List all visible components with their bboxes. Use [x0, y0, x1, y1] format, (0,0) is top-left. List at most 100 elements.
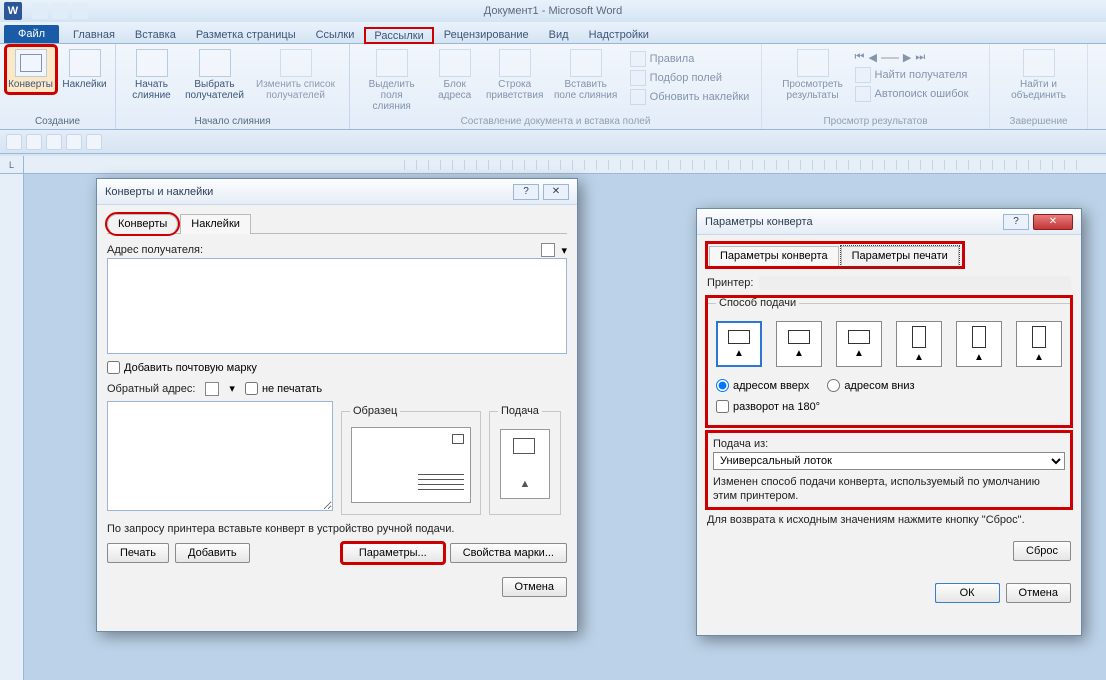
tab-insert[interactable]: Вставка — [125, 26, 186, 43]
match-icon — [630, 70, 646, 86]
addressbook-return-icon[interactable] — [205, 382, 219, 396]
envelopes-labels-dialog: Конверты и наклейки ? ✕ Конверты Наклейк… — [96, 178, 578, 632]
tab-addins[interactable]: Надстройки — [579, 26, 659, 43]
dialog2-help-button[interactable]: ? — [1003, 214, 1029, 230]
update-icon — [630, 89, 646, 105]
select-recipients-button[interactable]: Выбрать получателей — [181, 46, 249, 104]
dialog2-title: Параметры конверта — [705, 216, 813, 228]
open-icon[interactable] — [46, 134, 62, 150]
update-labels-button[interactable]: Обновить наклейки — [626, 88, 754, 106]
record-nav[interactable]: ⏮◀ ▶⏭ — [851, 50, 973, 65]
highlight-fields-icon — [376, 49, 408, 77]
address-down-radio[interactable]: адресом вниз — [827, 379, 914, 392]
tab-print-params[interactable]: Параметры печати — [841, 246, 959, 266]
tab-references[interactable]: Ссылки — [306, 26, 365, 43]
ribbon-tabs: Файл Главная Вставка Разметка страницы С… — [0, 22, 1106, 44]
feed-opt-2[interactable]: ▲ — [776, 321, 822, 367]
tab-labels[interactable]: Наклейки — [180, 214, 251, 234]
qat-save-icon[interactable] — [32, 3, 48, 19]
auto-icon — [855, 86, 871, 102]
secondary-toolbar — [0, 130, 1106, 154]
address-up-radio[interactable]: адресом вверх — [716, 379, 809, 392]
feed-fieldset: Подача — [489, 405, 561, 515]
reset-button[interactable]: Сброс — [1013, 541, 1071, 561]
dialog1-tabset: Конверты Наклейки — [107, 213, 567, 234]
quickprint-icon[interactable] — [66, 134, 82, 150]
qat-redo-icon[interactable] — [72, 3, 88, 19]
edit-recipients-button[interactable]: Изменить список получателей — [253, 46, 339, 104]
feed-method-fieldset: Способ подачи ▲ ▲ ▲ ▲ ▲ ▲ адресом вверх … — [707, 297, 1071, 426]
tab-page-layout[interactable]: Разметка страницы — [186, 26, 306, 43]
ribbon: Конверты Наклейки Создание Начать слияни… — [0, 44, 1106, 130]
add-stamp-checkbox[interactable]: Добавить почтовую марку — [107, 361, 567, 374]
first-icon: ⏮ — [855, 51, 865, 64]
last-icon: ⏭ — [915, 51, 925, 64]
auto-check-button[interactable]: Автопоиск ошибок — [851, 85, 973, 103]
dialog1-help-button[interactable]: ? — [513, 184, 539, 200]
dropdown-arrow-icon[interactable]: ▾ — [561, 244, 567, 257]
highlight-fields-button[interactable]: Выделить поля слияния — [358, 46, 426, 115]
feed-opt-3[interactable]: ▲ — [836, 321, 882, 367]
sample-fieldset: Образец — [341, 405, 481, 515]
no-print-checkbox[interactable]: не печатать — [245, 382, 322, 395]
tab-file[interactable]: Файл — [4, 25, 59, 43]
find-icon — [855, 67, 871, 83]
address-block-button[interactable]: Блок адреса — [430, 46, 480, 115]
vertical-ruler[interactable] — [0, 174, 24, 680]
dialog2-close-button[interactable]: ✕ — [1033, 214, 1073, 230]
parameters-button[interactable]: Параметры... — [342, 543, 444, 563]
preview-results-button[interactable]: Просмотреть результаты — [779, 46, 847, 104]
view-mode-icon[interactable] — [6, 134, 22, 150]
find-recipient-button[interactable]: Найти получателя — [851, 66, 973, 84]
dropdown-arrow2-icon[interactable]: ▾ — [229, 382, 235, 395]
feed-opt-4[interactable]: ▲ — [896, 321, 942, 367]
dialog1-cancel-button[interactable]: Отмена — [502, 577, 567, 597]
ok-button[interactable]: ОК — [935, 583, 1000, 603]
tab-envelope-params[interactable]: Параметры конверта — [709, 246, 839, 266]
add-button[interactable]: Добавить — [175, 543, 250, 563]
tab-review[interactable]: Рецензирование — [434, 26, 539, 43]
dialog1-close-button[interactable]: ✕ — [543, 184, 569, 200]
group-start-merge: Начать слияние Выбрать получателей Измен… — [116, 44, 350, 129]
stamp-props-button[interactable]: Свойства марки... — [450, 543, 567, 563]
horizontal-ruler[interactable] — [24, 156, 1106, 174]
finish-merge-button[interactable]: Найти и объединить — [1001, 46, 1077, 104]
addressbook-icon[interactable] — [541, 243, 555, 257]
rules-button[interactable]: Правила — [626, 50, 754, 68]
insert-field-button[interactable]: Вставить поле слияния — [550, 46, 622, 115]
feed-options: ▲ ▲ ▲ ▲ ▲ ▲ — [716, 321, 1062, 367]
start-merge-button[interactable]: Начать слияние — [127, 46, 177, 104]
feed-opt-1[interactable]: ▲ — [716, 321, 762, 367]
envelopes-button[interactable]: Конверты — [6, 46, 56, 93]
envelope-params-dialog: Параметры конверта ? ✕ Параметры конверт… — [696, 208, 1082, 636]
match-fields-button[interactable]: Подбор полей — [626, 69, 754, 87]
tab-envelopes[interactable]: Конверты — [107, 214, 178, 234]
edit-recipients-icon — [280, 49, 312, 77]
recipient-address-input[interactable] — [107, 258, 567, 354]
rotate-checkbox[interactable]: разворот на 180° — [716, 400, 1062, 413]
tab-home[interactable]: Главная — [63, 26, 125, 43]
feed-opt-6[interactable]: ▲ — [1016, 321, 1062, 367]
feed-from-label: Подача из: — [713, 438, 1065, 450]
dialog2-titlebar: Параметры конверта ? ✕ — [697, 209, 1081, 235]
feed-opt-5[interactable]: ▲ — [956, 321, 1002, 367]
greeting-line-button[interactable]: Строка приветствия — [484, 46, 546, 115]
feed-preview[interactable] — [500, 429, 550, 499]
envelope-preview[interactable] — [351, 427, 471, 503]
dialog2-cancel-button[interactable]: Отмена — [1006, 583, 1071, 603]
print-button[interactable]: Печать — [107, 543, 169, 563]
preview-icon[interactable] — [26, 134, 42, 150]
qat-undo-icon[interactable] — [52, 3, 68, 19]
preview-extras: ⏮◀ ▶⏭ Найти получателя Автопоиск ошибок — [851, 46, 973, 104]
recipient-label: Адрес получателя: — [107, 244, 203, 256]
printer-label: Принтер: — [707, 277, 753, 289]
group-compose: Выделить поля слияния Блок адреса Строка… — [350, 44, 762, 129]
group-preview: Просмотреть результаты ⏮◀ ▶⏭ Найти получ… — [762, 44, 990, 129]
tab-mailings[interactable]: Рассылки — [364, 27, 433, 44]
tab-view[interactable]: Вид — [539, 26, 579, 43]
labels-button[interactable]: Наклейки — [60, 46, 110, 93]
return-address-input[interactable] — [107, 401, 333, 511]
preview-icon — [797, 49, 829, 77]
feed-from-select[interactable]: Универсальный лоток — [713, 452, 1065, 470]
spelling-icon[interactable] — [86, 134, 102, 150]
